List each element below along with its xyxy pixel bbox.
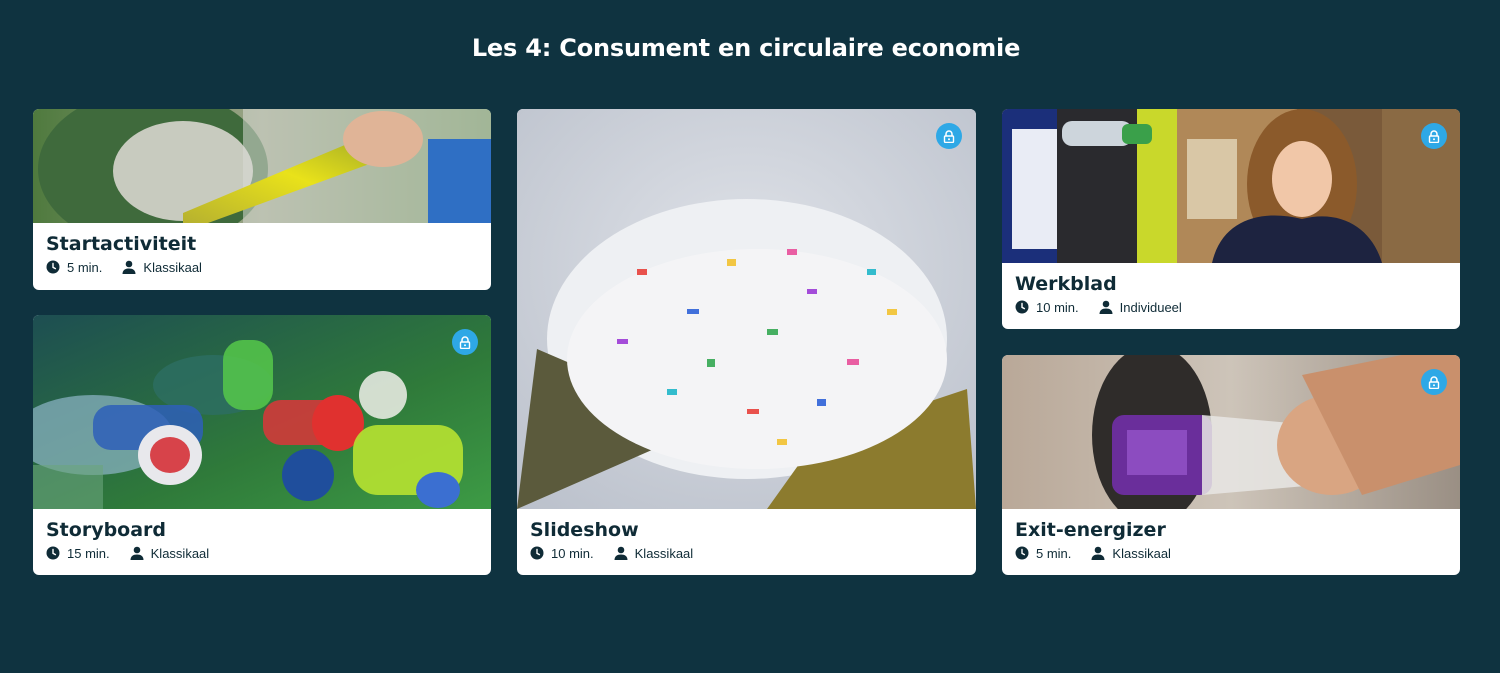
activity-image [517, 109, 976, 509]
lock-icon [1421, 123, 1447, 149]
activity-title: Exit-energizer [1015, 519, 1166, 541]
lock-icon [1421, 369, 1447, 395]
activity-meta: 5 min. Klassikaal [46, 258, 478, 276]
activity-image [33, 109, 491, 223]
activity-duration: 15 min. [67, 545, 110, 561]
person-icon [122, 260, 136, 274]
activity-mode: Individueel [1119, 299, 1182, 315]
activity-image [1002, 355, 1460, 509]
clock-icon [1015, 546, 1029, 560]
activity-title: Startactiviteit [46, 233, 197, 255]
activity-mode: Klassikaal [1112, 545, 1171, 561]
activity-title: Werkblad [1015, 273, 1117, 295]
lock-icon [452, 329, 478, 355]
activity-meta: 5 min. Klassikaal [1015, 544, 1447, 562]
activity-duration: 5 min. [67, 259, 103, 275]
clock-icon [530, 546, 544, 560]
activity-mode: Klassikaal [150, 545, 210, 561]
person-icon [130, 546, 144, 560]
person-icon [1099, 300, 1113, 314]
activity-card-storyboard[interactable]: Storyboard 15 min. Klassikaal [33, 315, 491, 575]
activity-mode: Klassikaal [143, 259, 202, 275]
clock-icon [46, 260, 60, 274]
page-title: Les 4: Consument en circulaire economie [471, 34, 1021, 62]
activity-title: Storyboard [46, 519, 167, 541]
activity-duration: 10 min. [1036, 299, 1079, 315]
activity-meta: 10 min. Individueel [1015, 298, 1447, 316]
activity-duration: 5 min. [1036, 545, 1072, 561]
activity-image [1002, 109, 1460, 263]
activity-card-startactiviteit[interactable]: Startactiviteit 5 min. Klassikaal [33, 109, 491, 290]
activity-meta: 15 min. Klassikaal [46, 544, 478, 562]
clock-icon [1015, 300, 1029, 314]
person-icon [1091, 546, 1105, 560]
lock-icon [936, 123, 962, 149]
activity-mode: Klassikaal [634, 545, 694, 561]
activity-card-werkblad[interactable]: Werkblad 10 min. Individueel [1002, 109, 1460, 329]
clock-icon [46, 546, 60, 560]
person-icon [614, 546, 628, 560]
activity-meta: 10 min. Klassikaal [530, 544, 963, 562]
activity-duration: 10 min. [551, 545, 594, 561]
activity-title: Slideshow [530, 519, 639, 541]
activity-card-exit-energizer[interactable]: Exit-energizer 5 min. Klassikaal [1002, 355, 1460, 575]
activity-card-slideshow[interactable]: Slideshow 10 min. Klassikaal [517, 109, 976, 575]
activity-image [33, 315, 491, 509]
